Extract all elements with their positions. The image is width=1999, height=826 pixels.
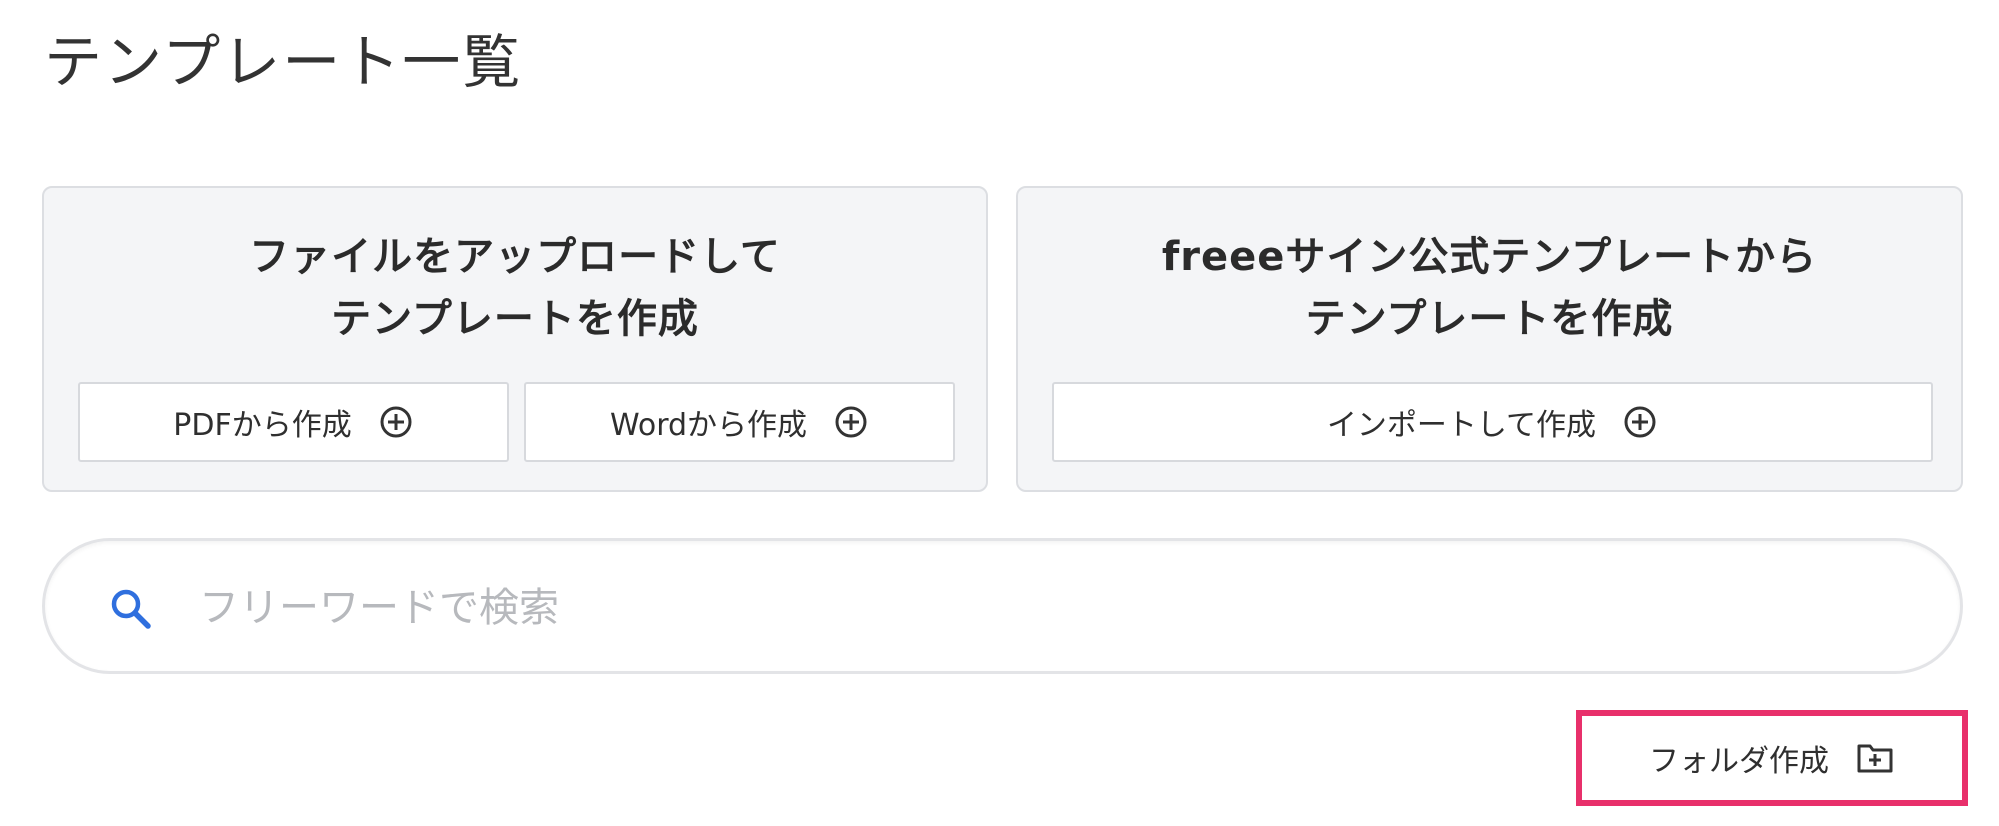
create-from-word-button[interactable]: Wordから作成 [524,382,955,462]
page-title: テンプレート一覧 [44,28,523,96]
upload-template-card: ファイルをアップロードして テンプレートを作成 PDFから作成 Wordから作成 [42,186,988,492]
search-bar [42,538,1963,674]
upload-card-title-line1: ファイルをアップロードして [249,234,781,280]
official-card-title-line1: freeeサイン公式テンプレートから [1161,234,1818,280]
import-template-button[interactable]: インポートして作成 [1052,382,1933,462]
create-from-word-label: Wordから作成 [609,408,808,443]
plus-circle-icon [378,404,414,440]
official-template-card: freeeサイン公式テンプレートから テンプレートを作成 インポートして作成 [1016,186,1963,492]
search-input[interactable] [197,571,1901,645]
create-from-pdf-label: PDFから作成 [173,408,352,443]
create-from-pdf-button[interactable]: PDFから作成 [78,382,509,462]
plus-circle-icon [1622,404,1658,440]
upload-card-title: ファイルをアップロードして テンプレートを作成 [44,226,986,350]
official-card-title: freeeサイン公式テンプレートから テンプレートを作成 [1018,226,1961,350]
official-card-title-line2: テンプレートを作成 [1305,296,1674,342]
create-folder-label: フォルダ作成 [1649,744,1829,779]
import-template-label: インポートして作成 [1326,408,1597,443]
folder-plus-icon [1855,740,1895,776]
upload-card-title-line2: テンプレートを作成 [331,296,699,342]
create-folder-button[interactable]: フォルダ作成 [1588,718,1956,798]
search-icon[interactable] [107,585,155,633]
plus-circle-icon [833,404,869,440]
